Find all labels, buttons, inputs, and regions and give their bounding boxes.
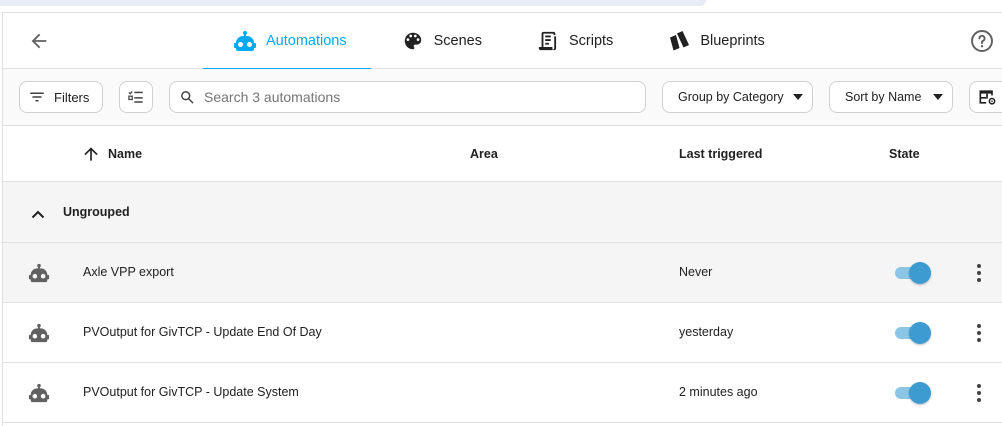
- last-triggered: Never: [679, 265, 713, 279]
- toggle-knob: [909, 382, 931, 404]
- filters-button[interactable]: Filters: [19, 81, 103, 113]
- toggle-knob: [909, 262, 931, 284]
- group-label: Ungrouped: [63, 205, 130, 219]
- column-name-label: Name: [108, 147, 143, 161]
- dot-icon: [977, 331, 981, 335]
- enable-toggle[interactable]: [893, 382, 933, 404]
- robot-icon: [28, 263, 50, 283]
- table-settings-button[interactable]: [969, 81, 1002, 113]
- enable-toggle[interactable]: [893, 322, 933, 344]
- palette-icon: [401, 29, 425, 53]
- checklist-icon: [128, 91, 143, 103]
- column-header-name[interactable]: Name: [81, 126, 142, 182]
- toggle-knob: [909, 322, 931, 344]
- blueprint-icon: [667, 29, 691, 53]
- automation-name: Axle VPP export: [83, 265, 174, 279]
- column-header-last-triggered[interactable]: Last triggered: [679, 126, 762, 182]
- table-row[interactable]: PVOutput for GivTCP - Update End Of Day …: [3, 303, 1002, 363]
- back-button[interactable]: [25, 27, 53, 55]
- automation-name: PVOutput for GivTCP - Update System: [83, 385, 299, 399]
- dot-icon: [977, 398, 981, 402]
- column-header-area[interactable]: Area: [470, 126, 498, 182]
- group-header-ungrouped[interactable]: Ungrouped: [3, 182, 1002, 243]
- overflow-menu-button[interactable]: [969, 321, 989, 345]
- tab-scripts[interactable]: Scripts: [506, 13, 637, 69]
- tab-automations[interactable]: Automations: [203, 13, 371, 70]
- tab-bar: Automations Scenes Scripts Blueprints: [203, 13, 789, 70]
- tab-label: Automations: [266, 33, 347, 49]
- table-row[interactable]: PVOutput for GivTCP - Update System 2 mi…: [3, 363, 1002, 423]
- table-header: Name Area Last triggered State: [3, 126, 1002, 182]
- automation-name: PVOutput for GivTCP - Update End Of Day: [83, 325, 322, 339]
- filter-icon: [30, 92, 44, 102]
- top-pill: [0, 0, 706, 6]
- filters-label: Filters: [54, 89, 90, 105]
- script-icon: [536, 29, 560, 53]
- tab-label: Scripts: [568, 33, 614, 49]
- overflow-menu-button[interactable]: [969, 261, 989, 285]
- last-triggered: yesterday: [679, 325, 734, 339]
- overflow-menu-button[interactable]: [969, 381, 989, 405]
- sort-by-label: Sort by Name: [845, 90, 922, 104]
- top-strip: [0, 0, 1002, 12]
- help-circle-icon: [971, 30, 993, 52]
- dot-icon: [977, 338, 981, 342]
- dot-icon: [977, 391, 981, 395]
- arrow-left-icon: [31, 33, 47, 49]
- chevron-up-icon: [31, 210, 45, 219]
- toolbar: Filters Group by Category Sort by Name: [3, 69, 1002, 126]
- tab-label: Blueprints: [700, 33, 765, 49]
- sort-by-select[interactable]: Sort by Name: [829, 81, 953, 113]
- dot-icon: [977, 271, 981, 275]
- dot-icon: [977, 278, 981, 282]
- tab-label: Scenes: [433, 33, 482, 49]
- search-input[interactable]: [204, 89, 634, 105]
- caret-down-icon: [933, 92, 943, 102]
- page-header: Automations Scenes Scripts Blueprints: [3, 13, 1002, 70]
- robot-icon: [28, 383, 50, 403]
- table-cog-icon: [979, 90, 996, 105]
- automations-panel: Automations Scenes Scripts Blueprints Fi…: [2, 12, 1002, 426]
- arrow-up-icon: [81, 144, 101, 164]
- selection-mode-button[interactable]: [119, 81, 153, 113]
- dot-icon: [977, 324, 981, 328]
- group-by-select[interactable]: Group by Category: [662, 81, 813, 113]
- search-field[interactable]: [169, 81, 646, 113]
- search-icon: [181, 90, 194, 104]
- robot-icon: [233, 29, 257, 53]
- column-state-label: State: [889, 147, 920, 161]
- group-by-label: Group by Category: [678, 90, 784, 104]
- dot-icon: [977, 264, 981, 268]
- last-triggered: 2 minutes ago: [679, 385, 758, 399]
- column-header-state[interactable]: State: [889, 126, 920, 182]
- caret-down-icon: [793, 92, 803, 102]
- help-button[interactable]: [969, 28, 995, 54]
- table-row[interactable]: Axle VPP export Never: [3, 243, 1002, 303]
- tab-scenes[interactable]: Scenes: [371, 13, 506, 69]
- column-area-label: Area: [470, 147, 498, 161]
- enable-toggle[interactable]: [893, 262, 933, 284]
- robot-icon: [28, 323, 50, 343]
- tab-blueprints[interactable]: Blueprints: [637, 13, 788, 69]
- column-last-triggered-label: Last triggered: [679, 147, 763, 161]
- dot-icon: [977, 384, 981, 388]
